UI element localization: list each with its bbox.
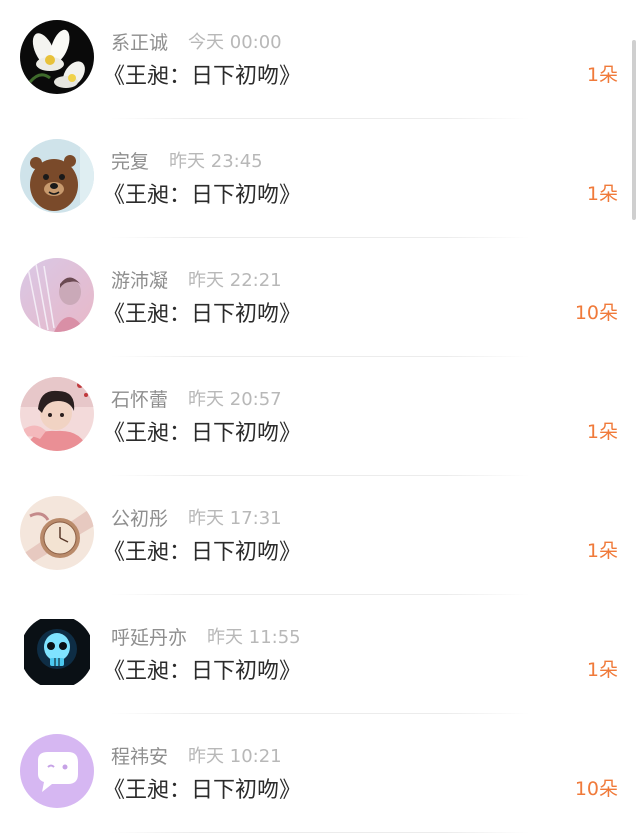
song-title[interactable]: 《王昶：日下初吻》 bbox=[103, 772, 301, 804]
message-meta: 完复 昨天 23:45 bbox=[111, 147, 263, 173]
song-title[interactable]: 《王昶：日下初吻》 bbox=[103, 296, 301, 328]
message-time: 今天 00:00 bbox=[188, 32, 282, 53]
flower-count: 10朵 bbox=[574, 778, 618, 800]
list-item[interactable]: 游沛凝 昨天 22:21 《王昶：日下初吻》 10朵 bbox=[0, 238, 640, 357]
message-time: 昨天 11:55 bbox=[207, 627, 301, 648]
list-item[interactable]: 呼延丹亦 昨天 11:55 《王昶：日下初吻》 1朵 bbox=[0, 595, 640, 714]
message-meta: 游沛凝 昨天 22:21 bbox=[111, 266, 282, 292]
message-meta: 系正诚 今天 00:00 bbox=[111, 28, 282, 54]
orchid-flower-icon[interactable] bbox=[20, 20, 94, 94]
list-item[interactable]: 程祎安 昨天 10:21 《王昶：日下初吻》 10朵 bbox=[0, 714, 640, 833]
message-meta: 呼延丹亦 昨天 11:55 bbox=[111, 623, 301, 649]
message-time: 昨天 20:57 bbox=[188, 389, 282, 410]
message-time: 昨天 17:31 bbox=[188, 508, 282, 529]
message-meta: 程祎安 昨天 10:21 bbox=[111, 742, 282, 768]
message-meta: 公初彤 昨天 17:31 bbox=[111, 504, 282, 530]
song-title[interactable]: 《王昶：日下初吻》 bbox=[103, 58, 301, 90]
message-list: 系正诚 今天 00:00 《王昶：日下初吻》 1朵 完复 昨天 23:45 《王… bbox=[0, 0, 640, 833]
flower-count: 1朵 bbox=[586, 183, 618, 205]
pink-portrait-icon[interactable] bbox=[20, 258, 94, 332]
sender-name[interactable]: 程祎安 bbox=[111, 742, 168, 769]
message-time: 昨天 22:21 bbox=[188, 270, 282, 291]
flower-count: 1朵 bbox=[586, 540, 618, 562]
song-title[interactable]: 《王昶：日下初吻》 bbox=[103, 415, 301, 447]
boy-portrait-icon[interactable] bbox=[20, 377, 94, 451]
sender-name[interactable]: 公初彤 bbox=[111, 504, 168, 531]
sender-name[interactable]: 系正诚 bbox=[111, 28, 168, 55]
sender-name[interactable]: 呼延丹亦 bbox=[111, 623, 187, 650]
song-title[interactable]: 《王昶：日下初吻》 bbox=[103, 177, 301, 209]
flower-count: 1朵 bbox=[586, 659, 618, 681]
sender-name[interactable]: 完复 bbox=[111, 147, 149, 174]
pocket-watch-icon[interactable] bbox=[20, 496, 94, 570]
glowing-skull-icon[interactable] bbox=[20, 615, 94, 689]
list-item[interactable]: 完复 昨天 23:45 《王昶：日下初吻》 1朵 bbox=[0, 119, 640, 238]
song-title[interactable]: 《王昶：日下初吻》 bbox=[103, 653, 301, 685]
message-time: 昨天 10:21 bbox=[188, 746, 282, 767]
song-title[interactable]: 《王昶：日下初吻》 bbox=[103, 534, 301, 566]
list-item[interactable]: 系正诚 今天 00:00 《王昶：日下初吻》 1朵 bbox=[0, 0, 640, 119]
gift-message-panel: 系正诚 今天 00:00 《王昶：日下初吻》 1朵 完复 昨天 23:45 《王… bbox=[0, 0, 640, 833]
flower-count: 1朵 bbox=[586, 64, 618, 86]
sender-name[interactable]: 石怀蕾 bbox=[111, 385, 168, 412]
flower-count: 1朵 bbox=[586, 421, 618, 443]
message-time: 昨天 23:45 bbox=[169, 151, 263, 172]
flower-count: 10朵 bbox=[574, 302, 618, 324]
list-item[interactable]: 石怀蕾 昨天 20:57 《王昶：日下初吻》 1朵 bbox=[0, 357, 640, 476]
brown-bear-icon[interactable] bbox=[20, 139, 94, 213]
message-meta: 石怀蕾 昨天 20:57 bbox=[111, 385, 282, 411]
list-item[interactable]: 公初彤 昨天 17:31 《王昶：日下初吻》 1朵 bbox=[0, 476, 640, 595]
sender-name[interactable]: 游沛凝 bbox=[111, 266, 168, 293]
chat-bubble-icon[interactable] bbox=[20, 734, 94, 808]
scrollbar[interactable] bbox=[632, 40, 636, 220]
